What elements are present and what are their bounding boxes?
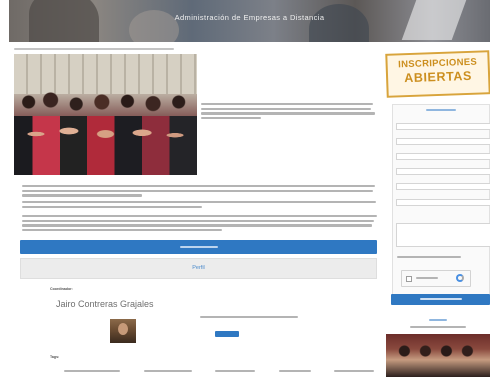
inscriptions-banner[interactable]: INSCRIPCIONES ABIERTAS [385,50,490,98]
breadcrumb[interactable] [14,48,174,50]
banner-person-shape [309,4,369,42]
description-paragraph-3 [22,215,377,234]
coordinator-label: Coordinador: [50,287,73,291]
captcha-checkbox[interactable] [406,276,412,282]
city-field[interactable] [396,168,490,175]
tag-link[interactable] [64,370,120,372]
coordinator-photo [110,319,136,343]
description-paragraph-1 [22,185,377,199]
inscriptions-banner-line2: ABIERTAS [403,68,473,85]
sidebar-section-desc [386,326,490,328]
class-photo [14,54,197,175]
submit-button[interactable] [391,294,490,305]
coordinator-contact [200,316,300,320]
captcha-label [416,277,438,279]
name-field[interactable] [396,123,490,130]
program-field[interactable] [396,199,490,206]
sidebar-photo[interactable] [386,334,490,377]
photo-front-row [14,116,197,175]
form-title [393,109,489,111]
tag-link[interactable] [215,370,255,372]
intro-paragraph [201,103,377,122]
coordinator-name: Jairo Contreras Grajales [56,299,154,309]
tags-label: Tags: [50,355,60,359]
tag-list [64,370,374,372]
sidebar-section-title [386,319,490,321]
tag-link[interactable] [143,370,192,372]
contact-form [392,104,490,304]
description-paragraph-2 [22,201,377,210]
recaptcha-icon [456,274,464,282]
lastname-field[interactable] [396,138,490,145]
message-field[interactable] [396,223,490,247]
contact-button[interactable] [215,331,239,337]
phone-field[interactable] [396,153,490,160]
captcha-widget[interactable] [401,270,471,287]
tab-perfil[interactable]: Perfil [20,258,377,279]
privacy-note [397,256,487,260]
download-button[interactable] [20,240,377,254]
header-banner: Administración de Empresas a Distancia [9,0,490,42]
page-title: Administración de Empresas a Distancia [174,13,325,22]
email-field[interactable] [396,183,490,190]
tag-link[interactable] [334,370,374,372]
tag-link[interactable] [278,370,311,372]
